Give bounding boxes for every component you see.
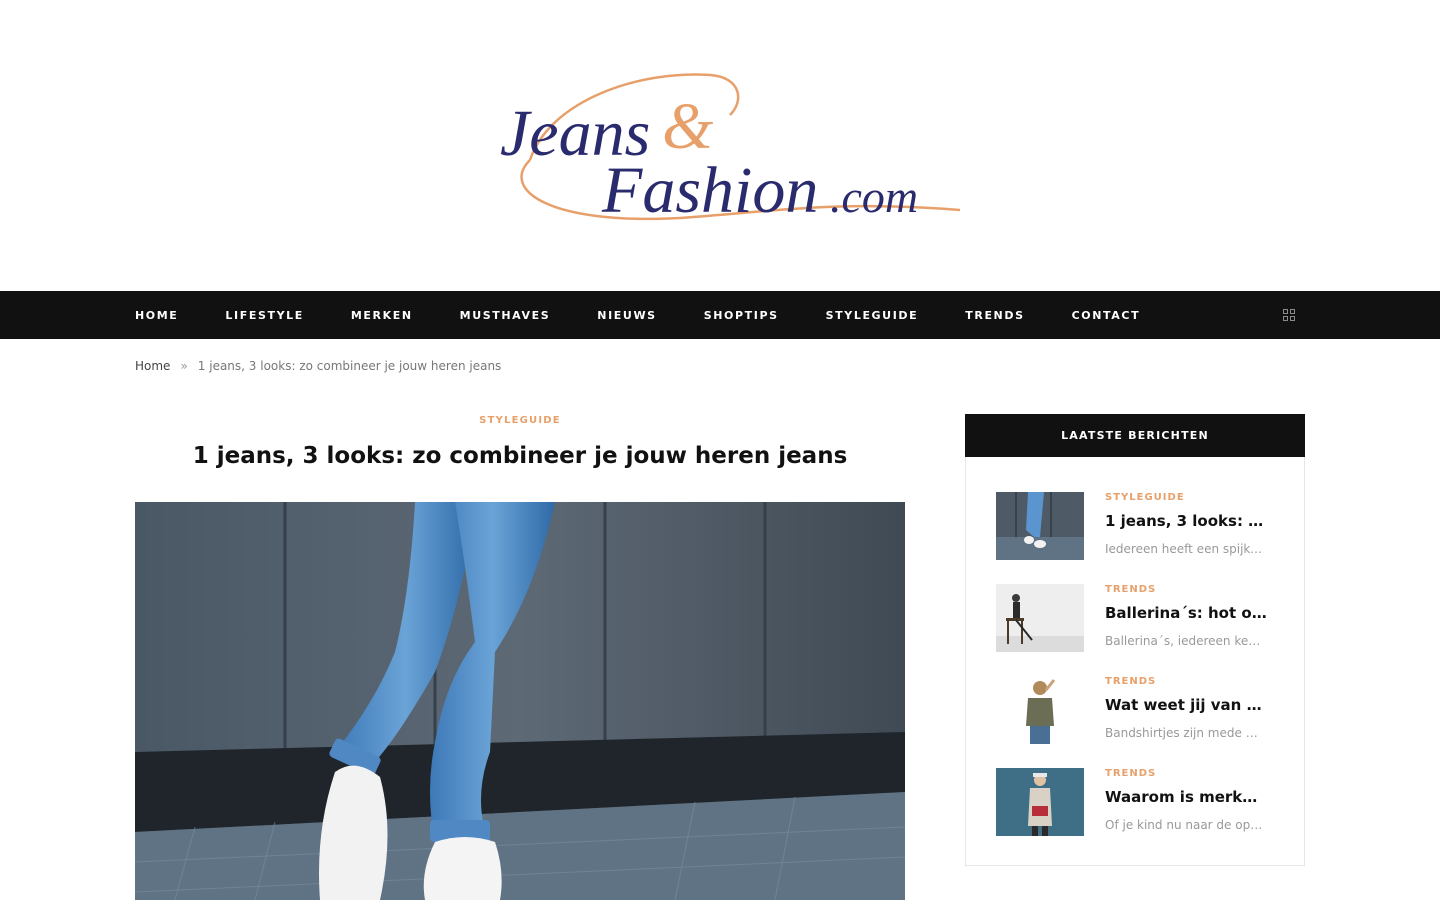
- breadcrumb: Home » 1 jeans, 3 looks: zo combineer je…: [135, 359, 501, 373]
- post-thumbnail[interactable]: [996, 584, 1084, 652]
- nav-item-styleguide[interactable]: STYLEGUIDE: [826, 309, 919, 322]
- post-category[interactable]: TRENDS: [1105, 676, 1156, 687]
- logo-graphic: Jeans & Fashion .com: [500, 73, 960, 227]
- sidebar-latest-posts: LAATSTE BERICHTEN STYLEGUIDE 1 jeans, 3 …: [965, 414, 1305, 866]
- featured-image: [135, 502, 905, 900]
- post-excerpt: Of je kind nu naar de opvang gaat: [1105, 818, 1265, 832]
- post-category[interactable]: TRENDS: [1105, 768, 1156, 779]
- featured-photo-jeans: [135, 502, 905, 900]
- nav-item-contact[interactable]: CONTACT: [1072, 309, 1141, 322]
- nav-item-home[interactable]: HOME: [135, 309, 178, 322]
- main-navigation: HOME LIFESTYLE MERKEN MUSTHAVES NIEUWS S…: [0, 291, 1440, 339]
- logo-fashion: Fashion: [601, 154, 818, 227]
- sidebar-post-4[interactable]: TRENDS Waarom is merkkleding voor kinder…: [996, 768, 1276, 836]
- site-header: Jeans & Fashion .com: [0, 0, 1440, 291]
- breadcrumb-separator: »: [180, 359, 188, 373]
- nav-list: HOME LIFESTYLE MERKEN MUSTHAVES NIEUWS S…: [135, 291, 1187, 339]
- sidebar-post-1[interactable]: STYLEGUIDE 1 jeans, 3 looks: zo combinee…: [996, 492, 1276, 560]
- nav-item-lifestyle[interactable]: LIFESTYLE: [225, 309, 303, 322]
- nav-item-merken[interactable]: MERKEN: [351, 309, 413, 322]
- grid-icon[interactable]: [1283, 309, 1295, 321]
- post-title[interactable]: 1 jeans, 3 looks: zo combineer je jouw h…: [1105, 512, 1267, 530]
- post-excerpt: Ballerina´s, iedereen kent ze wel: [1105, 634, 1265, 648]
- logo-domain: .com: [830, 171, 918, 222]
- post-excerpt: Bandshirtjes zijn mede dankzij: [1105, 726, 1265, 740]
- breadcrumb-current: 1 jeans, 3 looks: zo combineer je jouw h…: [197, 359, 502, 373]
- breadcrumb-home-link[interactable]: Home: [135, 359, 170, 373]
- article-title: 1 jeans, 3 looks: zo combineer je jouw h…: [192, 443, 848, 469]
- nav-item-nieuws[interactable]: NIEUWS: [597, 309, 656, 322]
- post-title[interactable]: Waarom is merkkleding voor kinderen: [1105, 788, 1267, 806]
- nav-item-trends[interactable]: TRENDS: [965, 309, 1024, 322]
- logo-ampersand: &: [662, 90, 714, 163]
- post-category[interactable]: TRENDS: [1105, 584, 1156, 595]
- sidebar-post-3[interactable]: TRENDS Wat weet jij van bandshirtjes? Ba…: [996, 676, 1276, 744]
- post-title[interactable]: Ballerina´s: hot or not?: [1105, 604, 1267, 622]
- nav-item-shoptips[interactable]: SHOPTIPS: [704, 309, 779, 322]
- post-thumbnail[interactable]: [996, 676, 1084, 744]
- sidebar-post-2[interactable]: TRENDS Ballerina´s: hot or not? Ballerin…: [996, 584, 1276, 652]
- article-category[interactable]: STYLEGUIDE: [135, 415, 905, 426]
- post-category[interactable]: STYLEGUIDE: [1105, 492, 1185, 503]
- site-logo[interactable]: Jeans & Fashion .com: [490, 60, 960, 230]
- post-thumbnail[interactable]: [996, 492, 1084, 560]
- post-thumbnail[interactable]: [996, 768, 1084, 836]
- widget-title: LAATSTE BERICHTEN: [965, 414, 1305, 457]
- nav-item-musthaves[interactable]: MUSTHAVES: [460, 309, 551, 322]
- post-excerpt: Iedereen heeft een spijkerbroek in de ka…: [1105, 542, 1265, 556]
- post-title[interactable]: Wat weet jij van bandshirtjes?: [1105, 696, 1267, 714]
